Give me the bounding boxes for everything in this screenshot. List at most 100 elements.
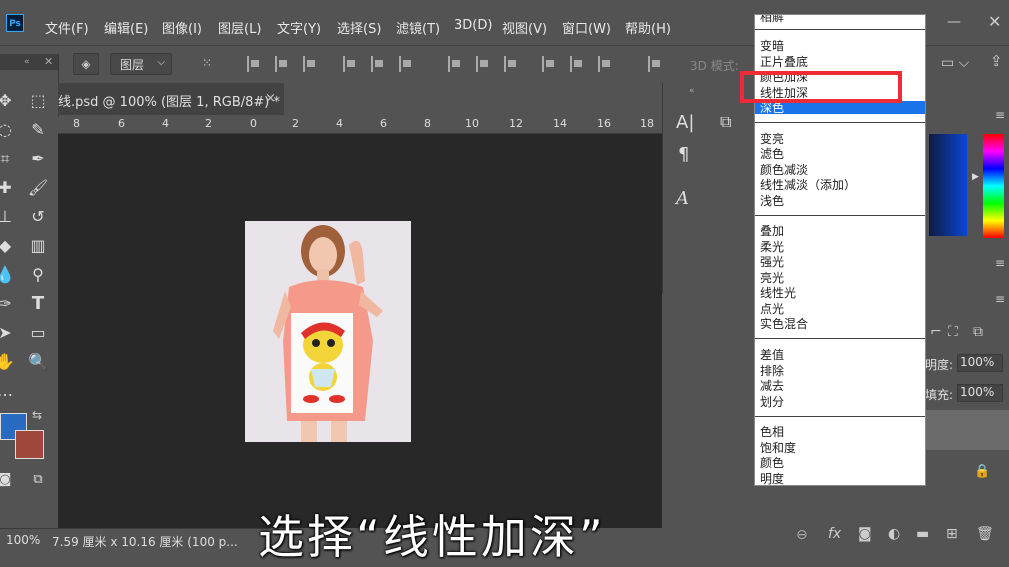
gradient-tool-icon[interactable]: ▥ [27,235,49,257]
distribute-right-icon[interactable] [598,56,612,72]
new-group-icon[interactable]: ▬ [916,526,929,542]
blend-option-hue[interactable]: 色相 [760,423,784,440]
expand-panels-icon[interactable]: « [689,86,695,96]
layer-row-selected[interactable] [924,410,1009,450]
stamp-tool-icon[interactable]: ⊥ [0,206,16,228]
blend-option-lighter-color[interactable]: 浅色 [760,192,784,209]
hand-tool-icon[interactable]: ✋ [0,351,16,373]
document-dimensions[interactable]: 7.59 厘米 x 10.16 厘米 (100 p... [52,533,238,550]
align-right-icon[interactable] [399,56,413,72]
menu-layer[interactable]: 图层(L) [218,18,261,37]
blend-option-color[interactable]: 颜色 [760,454,784,471]
opacity-input[interactable]: 100% [957,354,1003,372]
panel-menu-icon[interactable]: ≡ [995,256,1005,270]
blend-option-divide[interactable]: 划分 [760,393,784,410]
distribute-vcenter-icon[interactable] [476,56,490,72]
auto-align-icon[interactable] [648,56,662,72]
blend-option[interactable]: 相解 [760,15,784,25]
align-bottom-icon[interactable] [303,56,317,72]
fill-input[interactable]: 100% [957,384,1003,402]
zoom-level[interactable]: 100% [6,533,40,547]
blend-option-difference[interactable]: 差值 [760,346,784,363]
blend-option-hard-mix[interactable]: 实色混合 [760,315,808,332]
lock-pixels-icon[interactable]: ⌐ [930,324,942,340]
paragraph-panel-icon[interactable]: ¶ [678,144,689,165]
healing-tool-icon[interactable]: ✚ [0,177,16,199]
align-top-icon[interactable] [247,56,261,72]
lock-position-icon[interactable]: ⛶ [948,324,958,340]
move-tool-icon[interactable]: ✥ [0,90,16,112]
align-vcenter-icon[interactable] [275,56,289,72]
background-color-swatch[interactable] [15,430,44,459]
auto-select-layers-icon[interactable]: ◈ [73,53,99,75]
blend-option-darken[interactable]: 变暗 [760,37,784,54]
blur-tool-icon[interactable]: 💧 [0,264,16,286]
screen-mode-icon[interactable]: ⧉ [27,469,49,491]
layers-panel-menu-icon[interactable]: ≡ [995,292,1005,306]
panel-menu-icon[interactable]: ≡ [995,108,1005,122]
distribute-bottom-icon[interactable] [504,56,518,72]
menu-window[interactable]: 窗口(W) [562,18,611,37]
blend-option-linear-light[interactable]: 线性光 [760,284,796,301]
character-panel-icon[interactable]: A| [676,112,694,133]
dodge-tool-icon[interactable]: ⚲ [27,264,49,286]
zoom-tool-icon[interactable]: 🔍 [27,351,49,373]
add-mask-icon[interactable]: ◙ [858,526,872,542]
blend-option-subtract[interactable]: 减去 [760,377,784,394]
swap-colors-icon[interactable]: ⇆ [32,408,42,422]
blend-option-linear-dodge[interactable]: 线性减淡（添加） [760,176,856,193]
more-tools-icon[interactable]: … [0,380,16,402]
align-hcenter-icon[interactable] [371,56,385,72]
glyphs-panel-icon[interactable]: A [676,188,689,209]
lock-artboard-icon[interactable]: ⧉ [973,324,983,340]
eraser-tool-icon[interactable]: ◆ [0,235,16,257]
menu-view[interactable]: 视图(V) [502,18,547,37]
menu-edit[interactable]: 编辑(E) [104,18,148,37]
distribute-hcenter-icon[interactable] [570,56,584,72]
adjustment-layer-icon[interactable]: ◐ [888,526,900,542]
delete-layer-icon[interactable]: 🗑 [976,526,994,542]
close-document-icon[interactable]: × [265,91,276,106]
link-layers-icon[interactable]: ⊖ [796,527,808,543]
quick-select-tool-icon[interactable]: ✎ [27,119,49,141]
close-window-icon[interactable]: ✕ [988,12,1001,31]
distribute-left-icon[interactable] [542,56,556,72]
layer-style-icon[interactable]: fx [828,526,841,542]
transform-controls-icon[interactable]: ⁙ [194,53,220,75]
menu-file[interactable]: 文件(F) [45,18,89,37]
collapse-icon[interactable]: « [24,57,30,67]
menu-image[interactable]: 图像(I) [162,18,202,37]
type-tool-icon[interactable]: T [27,293,49,315]
hue-slider[interactable] [983,134,1004,238]
minimize-icon[interactable]: — [947,14,961,30]
crop-tool-icon[interactable]: ⌗ [0,148,16,170]
layer-select-dropdown[interactable]: 图层 ⌵ [110,53,172,75]
align-left-icon[interactable] [343,56,357,72]
menu-3d[interactable]: 3D(D) [454,18,492,33]
brush-tool-icon[interactable]: 🖌 [27,177,49,199]
menu-help[interactable]: 帮助(H) [625,18,671,37]
new-layer-icon[interactable]: ⊞ [946,526,958,542]
workspace-icon[interactable]: ▭ ⌵ [941,55,969,71]
path-select-tool-icon[interactable]: ➤ [0,322,16,344]
quick-mask-icon[interactable]: ◙ [0,469,16,491]
document-image[interactable] [245,221,411,442]
pen-tool-icon[interactable]: ✑ [0,293,16,315]
history-brush-tool-icon[interactable]: ↺ [27,206,49,228]
blend-option-overlay[interactable]: 叠加 [760,222,784,239]
blend-option-luminosity[interactable]: 明度 [760,470,784,485]
share-icon[interactable]: ⇪ [990,52,1003,70]
rectangle-tool-icon[interactable]: ▭ [27,322,49,344]
eyedropper-tool-icon[interactable]: ✒ [27,148,49,170]
lasso-tool-icon[interactable]: ◌ [0,119,16,141]
menu-type[interactable]: 文字(Y) [277,18,321,37]
marquee-tool-icon[interactable]: ⬚ [27,90,49,112]
menu-select[interactable]: 选择(S) [337,18,381,37]
close-icon[interactable]: ✕ [44,55,53,68]
properties-panel-icon[interactable]: ⧉ [720,112,731,132]
blend-option-screen[interactable]: 滤色 [760,145,784,162]
blend-option-hard-light[interactable]: 强光 [760,253,784,270]
menu-filter[interactable]: 滤镜(T) [396,18,440,37]
color-picker-field[interactable] [929,134,967,236]
distribute-top-icon[interactable] [448,56,462,72]
